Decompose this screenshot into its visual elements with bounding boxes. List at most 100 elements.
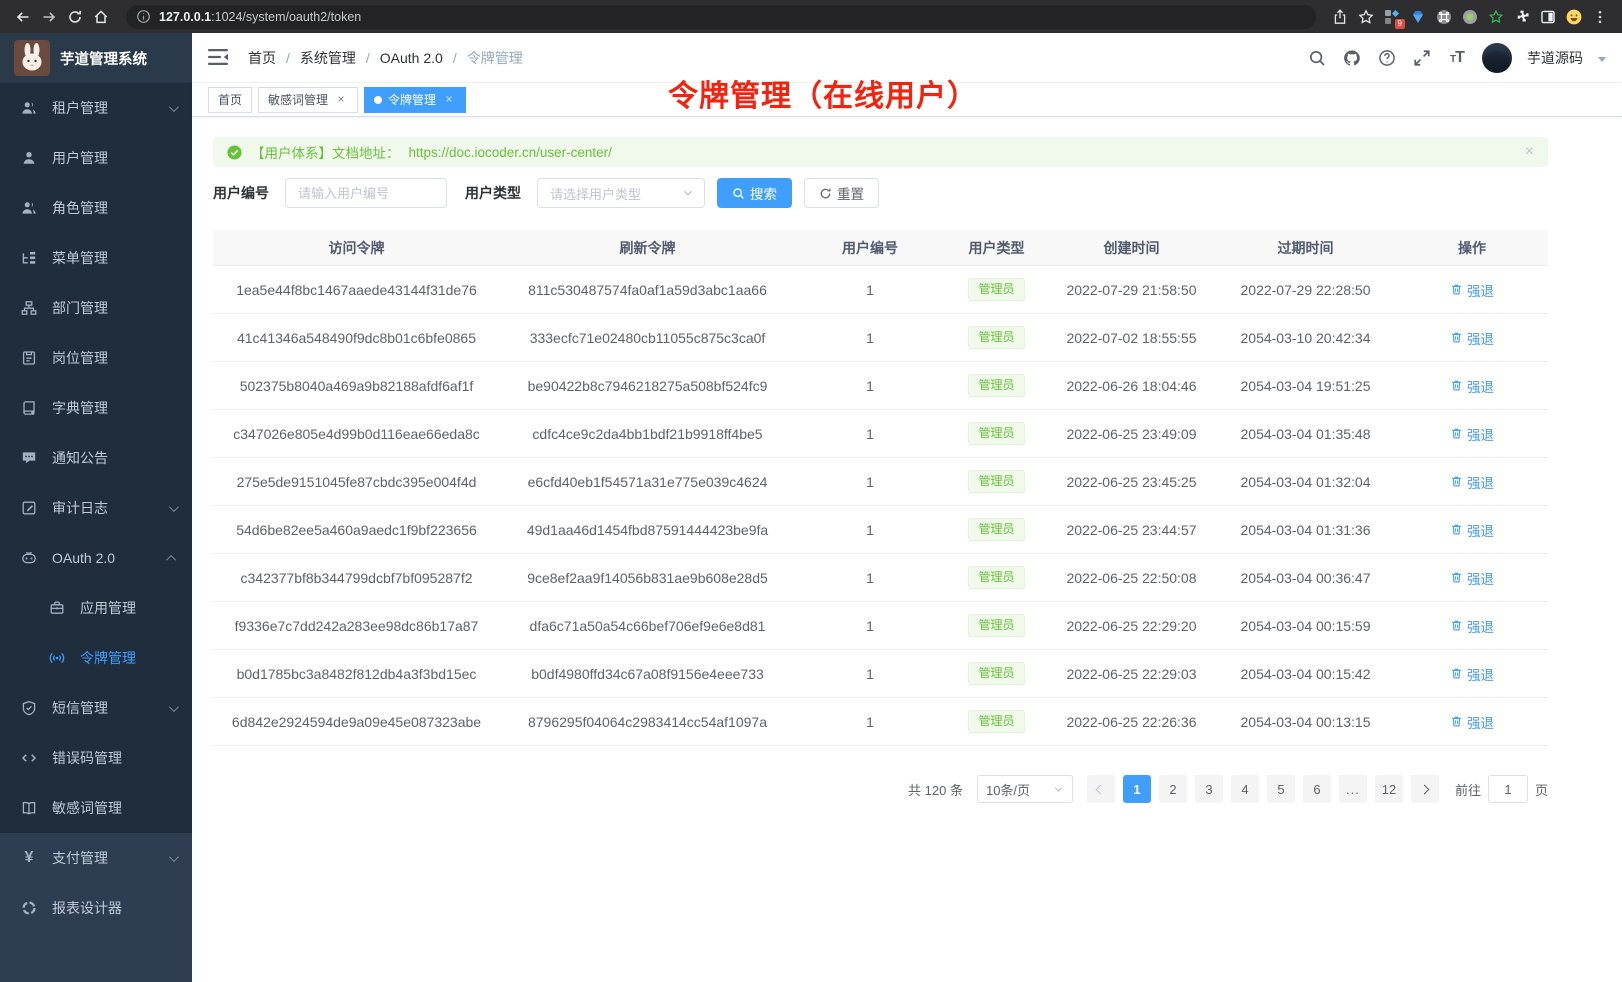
reload-icon[interactable]: [62, 4, 88, 30]
sidebar-item[interactable]: 报表设计器: [0, 883, 192, 933]
sidebar-item[interactable]: 令牌管理: [0, 633, 192, 683]
force-logout-button[interactable]: 强退: [1450, 424, 1494, 444]
page-size-select[interactable]: 10条/页: [977, 775, 1073, 803]
reader-mode-icon[interactable]: [1536, 4, 1560, 30]
page-button[interactable]: 1: [1123, 775, 1151, 803]
force-logout-button[interactable]: 强退: [1450, 376, 1494, 396]
logo-rabbit-image: [14, 40, 50, 76]
forward-icon[interactable]: [36, 4, 62, 30]
goto-page-input[interactable]: [1488, 775, 1528, 803]
sidebar-item[interactable]: 用户管理: [0, 133, 192, 183]
fullscreen-icon[interactable]: [1412, 48, 1432, 68]
sidebar-item[interactable]: 通知公告: [0, 433, 192, 483]
audit-icon: [20, 499, 38, 517]
help-icon[interactable]: [1377, 48, 1397, 68]
sidebar-item[interactable]: 审计日志: [0, 483, 192, 533]
page-button[interactable]: 5: [1267, 775, 1295, 803]
breadcrumb-item[interactable]: 首页: [248, 48, 276, 68]
breadcrumb-item[interactable]: 令牌管理: [443, 48, 523, 68]
sidebar-item[interactable]: 短信管理: [0, 683, 192, 733]
created-time-cell: 2022-07-02 18:55:55: [1048, 330, 1215, 346]
sidebar-item[interactable]: 部门管理: [0, 283, 192, 333]
record-icon[interactable]: [1458, 4, 1482, 30]
tab[interactable]: 首页: [208, 87, 252, 113]
user-id-input[interactable]: [285, 178, 447, 208]
profile-avatar-icon[interactable]: [1562, 4, 1586, 30]
sidebar-item[interactable]: 租户管理: [0, 83, 192, 133]
menu-fold-icon[interactable]: [208, 48, 230, 68]
font-size-icon[interactable]: TT: [1447, 48, 1467, 68]
back-icon[interactable]: [10, 4, 36, 30]
force-logout-button[interactable]: 强退: [1450, 616, 1494, 636]
tab-close-icon[interactable]: ×: [334, 93, 348, 107]
command-icon[interactable]: [1432, 4, 1456, 30]
refresh-token-cell: e6cfd40eb1f54571a31e775e039c4624: [500, 474, 795, 490]
gem-icon[interactable]: [1406, 4, 1430, 30]
chevron-icon: [169, 502, 179, 512]
prev-page-button[interactable]: [1087, 775, 1115, 803]
tab[interactable]: 敏感词管理 ×: [258, 87, 358, 113]
sidebar-item[interactable]: 应用管理: [0, 583, 192, 633]
search-icon[interactable]: [1307, 48, 1327, 68]
url-bar[interactable]: 127.0.0.1:1024/system/oauth2/token: [126, 5, 1316, 29]
page-button[interactable]: 4: [1231, 775, 1259, 803]
site-info-icon[interactable]: [136, 9, 151, 24]
refresh-token-cell: 811c530487574fa0af1a59d3abc1aa66: [500, 282, 795, 298]
alert-close-icon[interactable]: ×: [1525, 144, 1534, 160]
sidebar-item-label: 短信管理: [52, 698, 108, 718]
next-page-button[interactable]: [1411, 775, 1439, 803]
breadcrumb-item[interactable]: OAuth 2.0: [356, 50, 443, 66]
sidebar-item[interactable]: 字典管理: [0, 383, 192, 433]
alert-link[interactable]: https://doc.iocoder.cn/user-center/: [409, 145, 612, 160]
created-time-cell: 2022-06-25 23:44:57: [1048, 522, 1215, 538]
tab-close-icon[interactable]: ×: [442, 93, 456, 107]
force-logout-button[interactable]: 强退: [1450, 712, 1494, 732]
force-logout-button[interactable]: 强退: [1450, 472, 1494, 492]
url-host: 127.0.0.1: [159, 10, 211, 24]
puzzle-icon[interactable]: [1510, 4, 1534, 30]
page-button[interactable]: 12: [1375, 775, 1403, 803]
page-button[interactable]: 2: [1159, 775, 1187, 803]
page-button[interactable]: 3: [1195, 775, 1223, 803]
page-button[interactable]: 6: [1303, 775, 1331, 803]
expire-time-cell: 2022-07-29 22:28:50: [1215, 282, 1396, 298]
sidebar-item[interactable]: 敏感词管理: [0, 783, 192, 833]
caret-down-icon[interactable]: [1598, 57, 1606, 62]
search-button[interactable]: 搜索: [717, 178, 792, 208]
page-button[interactable]: ...: [1339, 775, 1367, 803]
force-logout-button[interactable]: 强退: [1450, 280, 1494, 300]
force-logout-button[interactable]: 强退: [1450, 664, 1494, 684]
user-type-select[interactable]: 请选择用户类型: [537, 178, 705, 208]
sidebar-item[interactable]: 菜单管理: [0, 233, 192, 283]
sidebar-item[interactable]: OAuth 2.0: [0, 533, 192, 583]
tab[interactable]: 令牌管理 ×: [364, 87, 466, 113]
github-icon[interactable]: [1342, 48, 1362, 68]
user-type-badge: 管理员: [968, 326, 1024, 348]
refresh-token-cell: b0df4980ffd34c67a08f9156e4eee733: [500, 666, 795, 682]
extensions-icon[interactable]: 9: [1380, 4, 1404, 30]
alert-text: 【用户体系】文档地址：: [251, 142, 400, 162]
vue-devtools-icon[interactable]: [1484, 4, 1508, 30]
force-logout-button[interactable]: 强退: [1450, 520, 1494, 540]
breadcrumb-item[interactable]: 系统管理: [276, 48, 356, 68]
column-header: 过期时间: [1215, 238, 1396, 258]
sidebar-item[interactable]: 错误码管理: [0, 733, 192, 783]
user-id-cell: 1: [795, 666, 945, 682]
expire-time-cell: 2054-03-04 00:13:15: [1215, 714, 1396, 730]
sidebar-item-label: 用户管理: [52, 148, 108, 168]
force-logout-button[interactable]: 强退: [1450, 328, 1494, 348]
bookmark-star-icon[interactable]: [1354, 4, 1378, 30]
user-id-cell: 1: [795, 570, 945, 586]
refresh-token-cell: 333ecfc71e02480cb11055c875c3ca0f: [500, 330, 795, 346]
home-icon[interactable]: [88, 4, 114, 30]
reset-button[interactable]: 重置: [804, 178, 879, 208]
trash-icon: [1450, 427, 1463, 440]
sidebar-item[interactable]: 角色管理: [0, 183, 192, 233]
sidebar-item[interactable]: 岗位管理: [0, 333, 192, 383]
share-icon[interactable]: [1328, 4, 1352, 30]
sidebar-item[interactable]: ¥ 支付管理: [0, 833, 192, 883]
user-avatar[interactable]: [1482, 43, 1512, 73]
menu-dots-icon[interactable]: [1588, 4, 1612, 30]
force-logout-button[interactable]: 强退: [1450, 568, 1494, 588]
user-name[interactable]: 芋道源码: [1527, 48, 1583, 68]
